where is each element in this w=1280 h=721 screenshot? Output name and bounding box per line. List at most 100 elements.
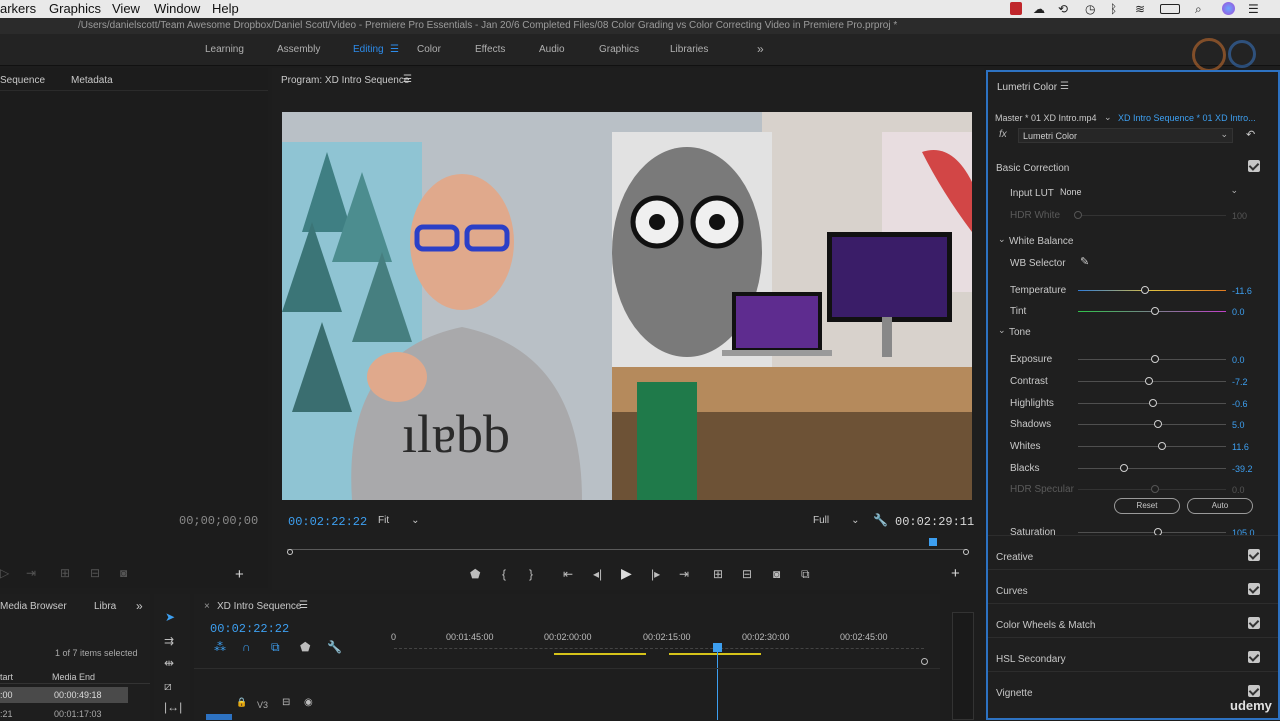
panel-menu-icon[interactable]: ☰ (403, 74, 412, 85)
slider-track-tint[interactable] (1078, 307, 1226, 315)
slider-track-exposure[interactable] (1078, 355, 1226, 363)
menu-window[interactable]: Window (154, 1, 200, 16)
more-workspaces-icon[interactable]: » (757, 42, 764, 56)
slider-track-shadows[interactable] (1078, 420, 1226, 428)
selection-tool-icon[interactable]: ➤ (165, 610, 175, 624)
project-row[interactable]: :00 00:00:49:18 (0, 687, 128, 703)
creative-checkbox[interactable] (1248, 549, 1260, 561)
scrubber-in-handle[interactable] (287, 549, 293, 555)
workspace-menu-icon[interactable]: ☰ (390, 44, 399, 55)
overwrite-icon[interactable]: ⊟ (90, 566, 100, 580)
program-current-timecode[interactable]: 00:02:22:22 (288, 515, 367, 529)
input-lut-dropdown[interactable]: None ⌄ (1056, 185, 1242, 199)
close-sequence-icon[interactable]: × (204, 601, 210, 612)
extract-icon[interactable]: ⊟ (742, 567, 752, 581)
sync-lock-icon[interactable]: ⊟ (282, 697, 290, 708)
fit-dropdown[interactable]: Fit ⌄ (378, 515, 420, 526)
slider-knob-contrast[interactable] (1145, 377, 1154, 385)
chevron-down-icon[interactable]: ⌄ (1104, 112, 1112, 123)
section-hsl-secondary[interactable]: HSL Secondary (996, 654, 1066, 665)
menu-help[interactable]: Help (212, 1, 239, 16)
slider-value-saturation[interactable]: 105.0 (1232, 528, 1255, 538)
slider-track-temperature[interactable] (1078, 286, 1226, 294)
tab-media-browser[interactable]: Media Browser (0, 601, 67, 612)
battery-icon[interactable] (1160, 4, 1180, 14)
color-wheels-checkbox[interactable] (1248, 617, 1260, 629)
wifi-icon[interactable]: ≋ (1135, 2, 1145, 16)
slider-track-whites[interactable] (1078, 442, 1226, 450)
add-marker-icon[interactable]: ⬟ (470, 567, 480, 581)
slider-value-exposure[interactable]: 0.0 (1232, 355, 1245, 365)
mark-out-icon[interactable]: } (529, 567, 533, 581)
insert-icon[interactable]: ⊞ (60, 566, 70, 580)
program-monitor-title[interactable]: Program: XD Intro Sequence (281, 75, 409, 86)
workspace-graphics[interactable]: Graphics (599, 44, 639, 55)
lock-track-icon[interactable]: 🔒 (236, 697, 247, 708)
eye-icon[interactable]: ◉ (304, 697, 313, 708)
section-white-balance[interactable]: White Balance (1009, 236, 1073, 247)
step-back-icon[interactable]: ◂| (593, 567, 602, 581)
slider-value-whites[interactable]: 11.6 (1232, 442, 1249, 452)
slider-value-tint[interactable]: 0.0 (1232, 307, 1245, 317)
scrubber-out-handle[interactable] (963, 549, 969, 555)
slip-tool-icon[interactable]: |↔| (164, 700, 182, 714)
app-status-icon[interactable] (1010, 2, 1022, 15)
section-creative[interactable]: Creative (996, 552, 1033, 563)
more-panels-icon[interactable]: » (136, 599, 143, 613)
workspace-audio[interactable]: Audio (539, 44, 565, 55)
tab-metadata[interactable]: Metadata (71, 75, 113, 86)
quality-dropdown[interactable]: Full ⌄ (813, 515, 860, 526)
lift-icon[interactable]: ⊞ (713, 567, 723, 581)
workspace-color[interactable]: Color (417, 44, 441, 55)
column-start[interactable]: tart (0, 672, 13, 682)
timeline-vertical-scrollbar[interactable] (952, 612, 974, 720)
section-basic-correction[interactable]: Basic Correction (996, 163, 1069, 174)
go-to-in-icon[interactable]: ⇤ (563, 567, 573, 581)
slider-knob-whites[interactable] (1158, 442, 1167, 450)
linked-selection-icon[interactable]: ⧉ (271, 640, 280, 655)
siri-icon[interactable] (1222, 2, 1235, 15)
go-to-out-icon[interactable]: ⇥ (26, 566, 36, 580)
spotlight-search-icon[interactable]: ⌕ (1195, 2, 1202, 17)
section-color-wheels-match[interactable]: Color Wheels & Match (996, 620, 1095, 631)
slider-track-highlights[interactable] (1078, 399, 1226, 407)
ripple-edit-tool-icon[interactable]: ⇹ (164, 656, 174, 670)
cloud-icon[interactable]: ☁ (1033, 2, 1045, 16)
tab-libraries[interactable]: Libra (94, 601, 116, 612)
slider-track-contrast[interactable] (1078, 377, 1226, 385)
workspace-libraries[interactable]: Libraries (670, 44, 708, 55)
step-forward-icon[interactable]: |▸ (651, 567, 660, 581)
panel-menu-icon[interactable]: ☰ (1060, 81, 1069, 92)
snap-icon[interactable]: ∩ (242, 640, 251, 654)
slider-value-blacks[interactable]: -39.2 (1232, 464, 1253, 474)
bluetooth-icon[interactable]: ᛒ (1110, 2, 1117, 16)
vignette-checkbox[interactable] (1248, 685, 1260, 697)
section-vignette[interactable]: Vignette (996, 688, 1033, 699)
slider-track-blacks[interactable] (1078, 464, 1226, 472)
slider-value-contrast[interactable]: -7.2 (1232, 377, 1248, 387)
menu-markers[interactable]: arkers (0, 1, 36, 16)
slider-value-temperature[interactable]: -11.6 (1232, 286, 1252, 296)
menu-view[interactable]: View (112, 1, 140, 16)
reset-effect-icon[interactable]: ↶ (1246, 128, 1255, 141)
workspace-learning[interactable]: Learning (205, 44, 244, 55)
video-frame[interactable]: ılɐbb (282, 112, 972, 500)
section-curves[interactable]: Curves (996, 586, 1028, 597)
workspace-effects[interactable]: Effects (475, 44, 505, 55)
effect-dropdown[interactable]: Lumetri Color ⌄ (1018, 128, 1233, 143)
slider-value-shadows[interactable]: 5.0 (1232, 420, 1245, 430)
sequence-clip-label[interactable]: XD Intro Sequence * 01 XD Intro... (1118, 113, 1256, 123)
nest-icon[interactable]: ⁂ (214, 640, 226, 654)
go-to-out-icon[interactable]: ⇥ (679, 567, 689, 581)
slider-knob-highlights[interactable] (1149, 399, 1158, 407)
slider-knob-tint[interactable] (1150, 307, 1159, 315)
time-machine-icon[interactable]: ◷ (1085, 2, 1095, 16)
mark-in-icon[interactable]: { (502, 567, 506, 581)
camera-icon[interactable]: ◙ (120, 566, 127, 580)
reset-button[interactable]: Reset (1114, 498, 1180, 514)
timeline-settings-icon[interactable]: 🔧 (327, 640, 342, 654)
comparison-view-icon[interactable]: ⧉ (801, 567, 810, 582)
chevron-down-icon[interactable]: ⌄ (998, 325, 1006, 336)
menu-graphics[interactable]: Graphics (49, 1, 101, 16)
chevron-down-icon[interactable]: ⌄ (998, 234, 1006, 245)
